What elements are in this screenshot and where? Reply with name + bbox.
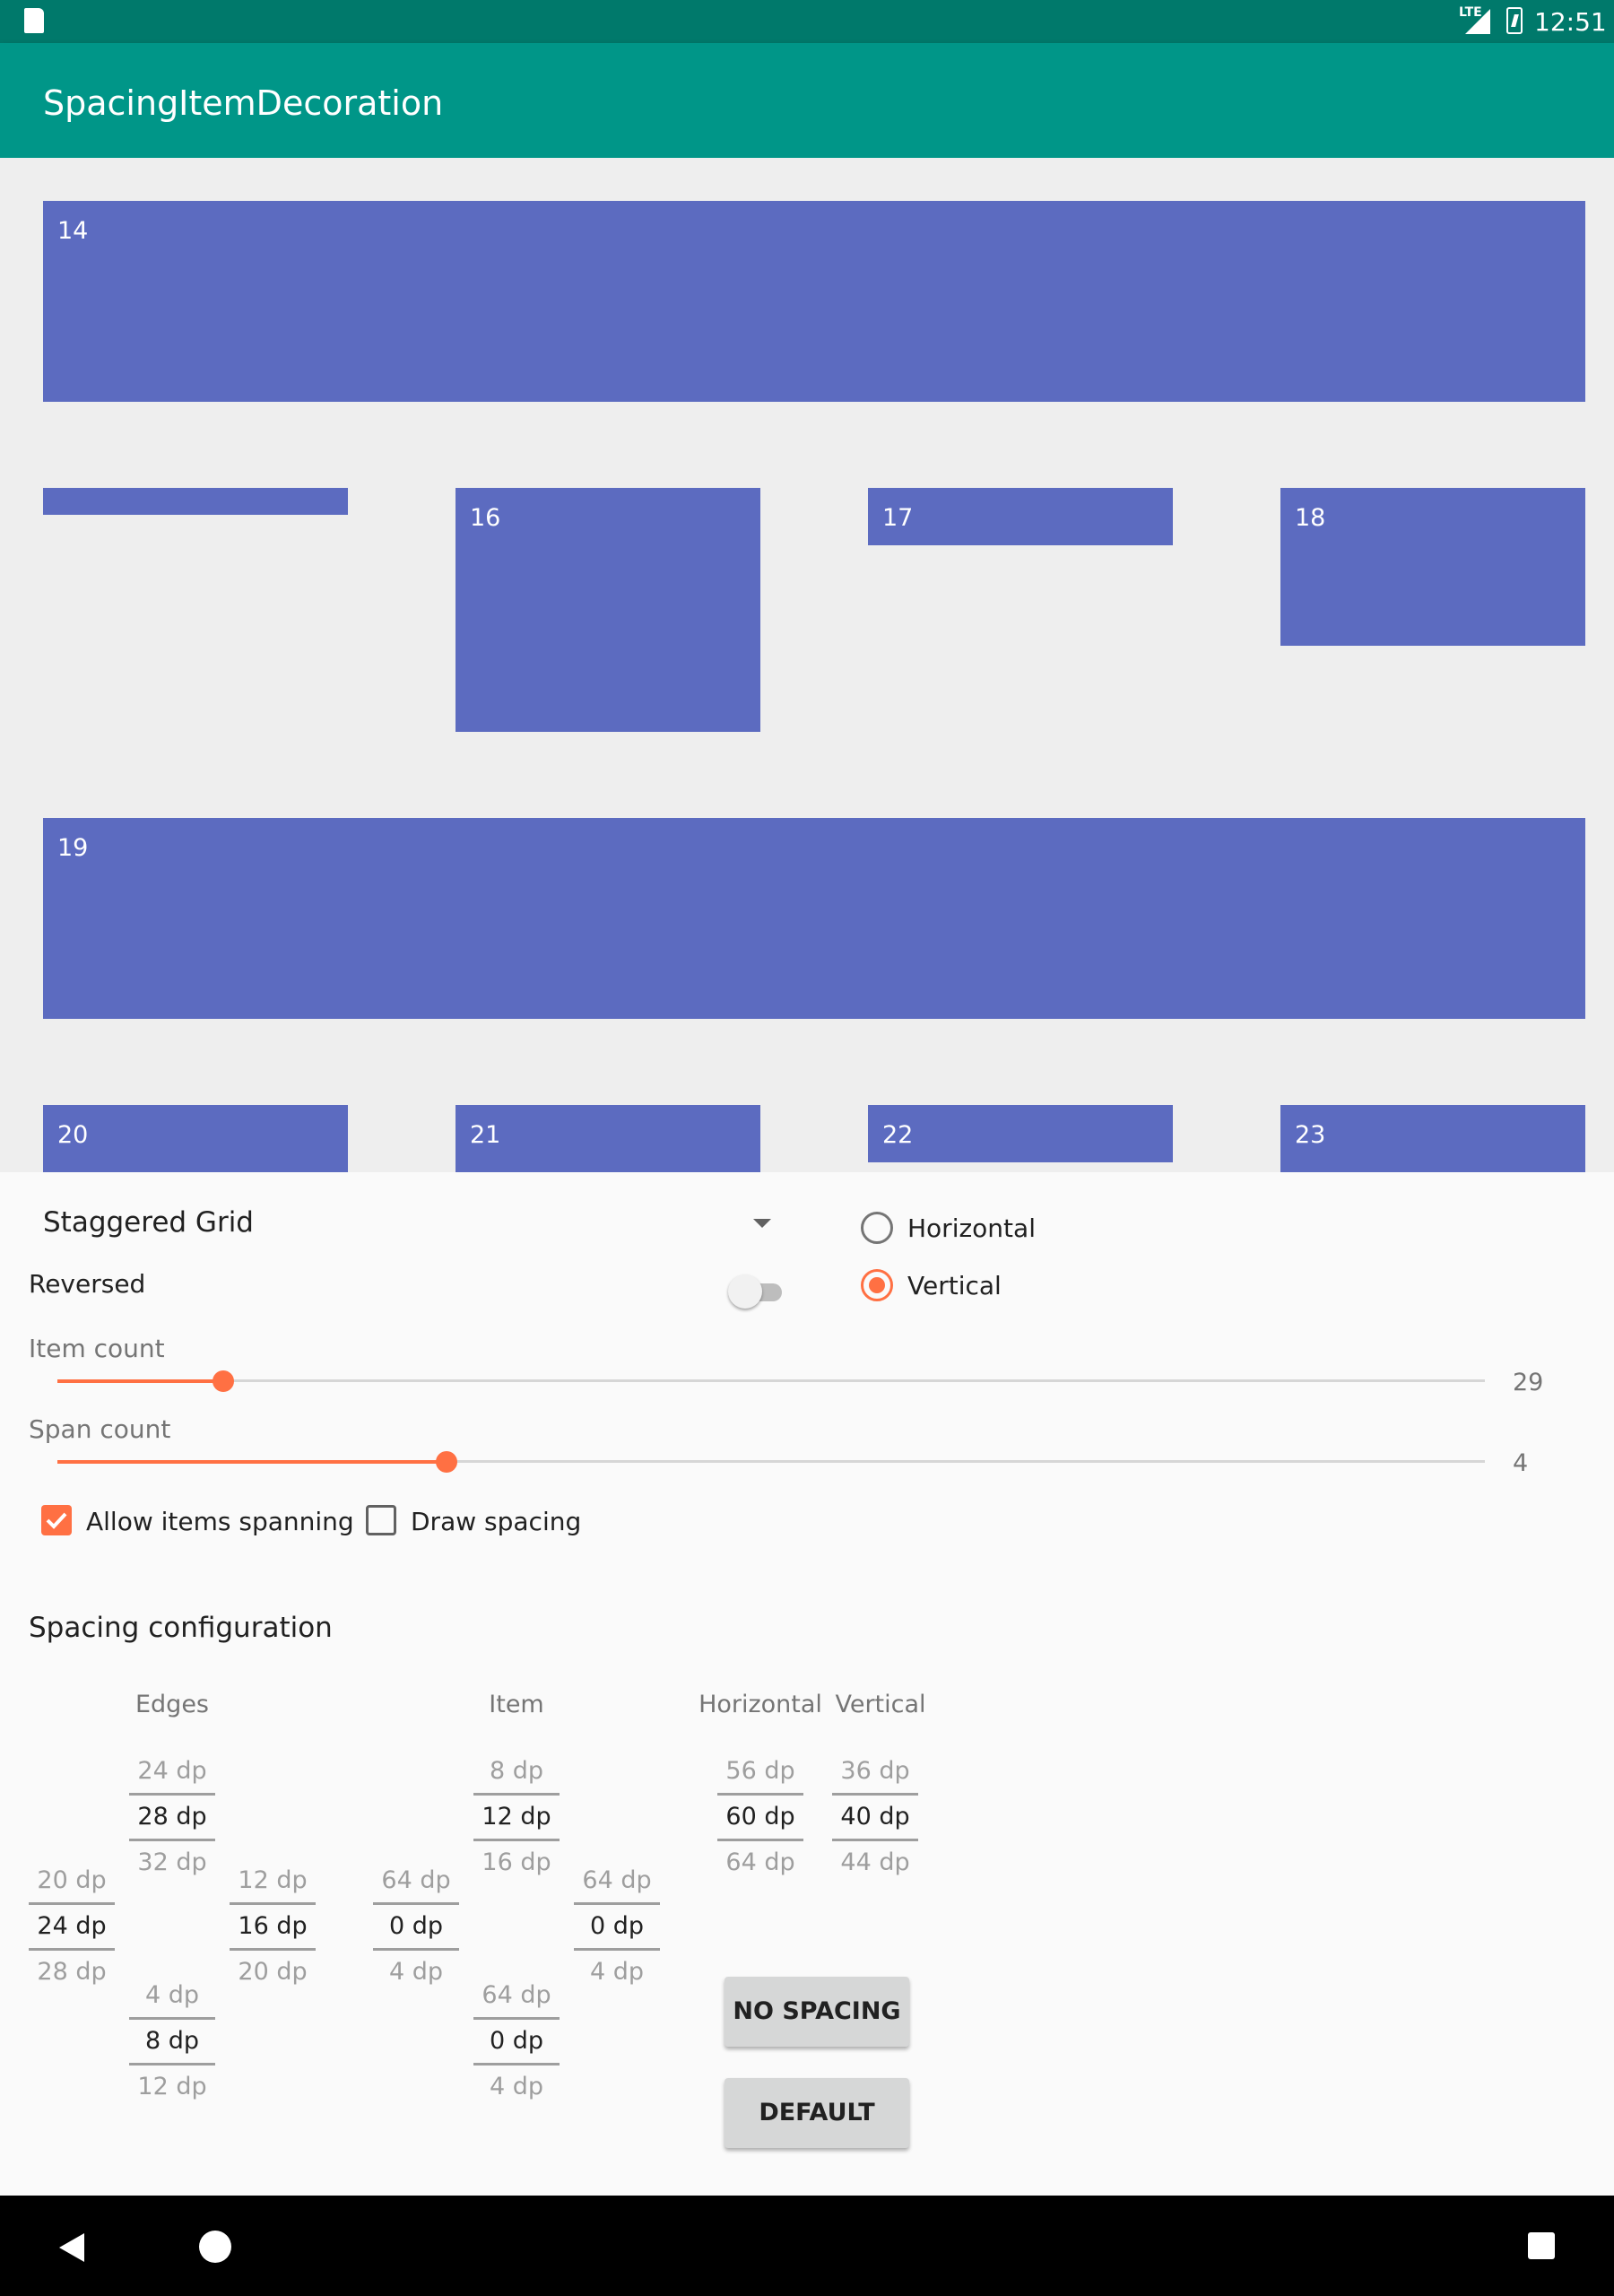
item-count-track[interactable] <box>57 1379 1485 1382</box>
signal-icon <box>1465 9 1490 34</box>
app-title: SpacingItemDecoration <box>43 83 444 123</box>
grid-item-label: 20 <box>57 1121 89 1149</box>
radio-vertical[interactable] <box>861 1269 893 1301</box>
controls-panel: Staggered Grid Reversed Horizontal Verti… <box>0 1172 1614 2196</box>
grid-item-19[interactable]: 19 <box>43 818 1585 1019</box>
grid-item-22[interactable]: 22 <box>868 1105 1173 1162</box>
horizontal-header: Horizontal <box>699 1691 822 1718</box>
battery-icon <box>1506 7 1523 34</box>
item-bottom-picker[interactable]: 64 dp 0 dp 4 dp <box>473 1978 560 2105</box>
sd-card-icon <box>24 8 44 33</box>
item-count-thumb[interactable] <box>213 1370 234 1392</box>
vertical-header: Vertical <box>835 1691 926 1718</box>
item-count-fill <box>57 1379 223 1383</box>
grid-item-label: 18 <box>1295 504 1326 532</box>
item-count-value: 29 <box>1513 1369 1544 1396</box>
item-header: Item <box>489 1691 544 1718</box>
draw-spacing-label[interactable]: Draw spacing <box>411 1507 581 1536</box>
layout-select[interactable]: Staggered Grid <box>43 1206 254 1239</box>
allow-spanning-checkbox[interactable] <box>41 1505 72 1535</box>
grid-item-23[interactable]: 23 <box>1280 1105 1585 1172</box>
default-button[interactable]: DEFAULT <box>725 2078 909 2148</box>
item-top-picker[interactable]: 8 dp 12 dp 16 dp <box>473 1753 560 1881</box>
edges-right-picker[interactable]: 12 dp 16 dp 20 dp <box>230 1863 316 1990</box>
vertical-spacing-picker[interactable]: 36 dp 40 dp 44 dp <box>832 1753 918 1881</box>
home-icon[interactable] <box>199 2231 231 2263</box>
span-count-value: 4 <box>1513 1449 1529 1477</box>
grid-item-17[interactable]: 17 <box>868 488 1173 545</box>
reversed-switch[interactable] <box>728 1273 787 1309</box>
grid-item-14[interactable]: 14 <box>43 201 1585 402</box>
item-right-picker[interactable]: 64 dp 0 dp 4 dp <box>574 1863 660 1990</box>
check-icon <box>46 1512 67 1529</box>
radio-horizontal[interactable] <box>861 1212 893 1244</box>
no-spacing-button[interactable]: NO SPACING <box>725 1977 909 2047</box>
span-count-thumb[interactable] <box>436 1451 457 1473</box>
edges-bottom-picker[interactable]: 4 dp 8 dp 12 dp <box>129 1978 215 2105</box>
spacing-config-title: Spacing configuration <box>29 1612 333 1644</box>
grid-item-15[interactable] <box>43 488 348 515</box>
draw-spacing-checkbox[interactable] <box>366 1505 396 1535</box>
grid-item-18[interactable]: 18 <box>1280 488 1585 646</box>
grid-item-21[interactable]: 21 <box>456 1105 760 1172</box>
grid-item-label: 17 <box>882 504 914 532</box>
horizontal-spacing-picker[interactable]: 56 dp 60 dp 64 dp <box>717 1753 803 1881</box>
reversed-label: Reversed <box>29 1269 146 1299</box>
edges-top-picker[interactable]: 24 dp 28 dp 32 dp <box>129 1753 215 1881</box>
back-icon[interactable] <box>54 2230 90 2266</box>
edges-header: Edges <box>134 1691 209 1718</box>
edges-left-picker[interactable]: 20 dp 24 dp 28 dp <box>29 1863 115 1990</box>
grid-item-16[interactable]: 16 <box>456 488 760 732</box>
span-count-fill <box>57 1460 447 1464</box>
grid-item-label: 16 <box>470 504 501 532</box>
grid-item-label: 19 <box>57 834 89 862</box>
grid-item-label: 14 <box>57 217 89 245</box>
dropdown-arrow-icon[interactable] <box>751 1217 773 1230</box>
recents-icon[interactable] <box>1528 2232 1555 2259</box>
allow-spanning-label[interactable]: Allow items spanning <box>86 1507 354 1536</box>
span-count-label: Span count <box>29 1414 171 1444</box>
grid-item-label: 23 <box>1295 1121 1326 1149</box>
navigation-bar <box>0 2196 1614 2296</box>
vertical-label[interactable]: Vertical <box>907 1271 1002 1300</box>
horizontal-label[interactable]: Horizontal <box>907 1213 1036 1243</box>
item-left-picker[interactable]: 64 dp 0 dp 4 dp <box>373 1863 459 1990</box>
clock: 12:51 <box>1534 7 1607 37</box>
grid-item-label: 22 <box>882 1121 914 1149</box>
item-count-label: Item count <box>29 1334 165 1363</box>
grid-item-label: 21 <box>470 1121 501 1149</box>
recycler-view[interactable]: 14 16 17 18 19 20 21 22 23 <box>0 158 1614 1172</box>
status-bar: LTE 12:51 <box>0 0 1614 43</box>
grid-item-20[interactable]: 20 <box>43 1105 348 1172</box>
